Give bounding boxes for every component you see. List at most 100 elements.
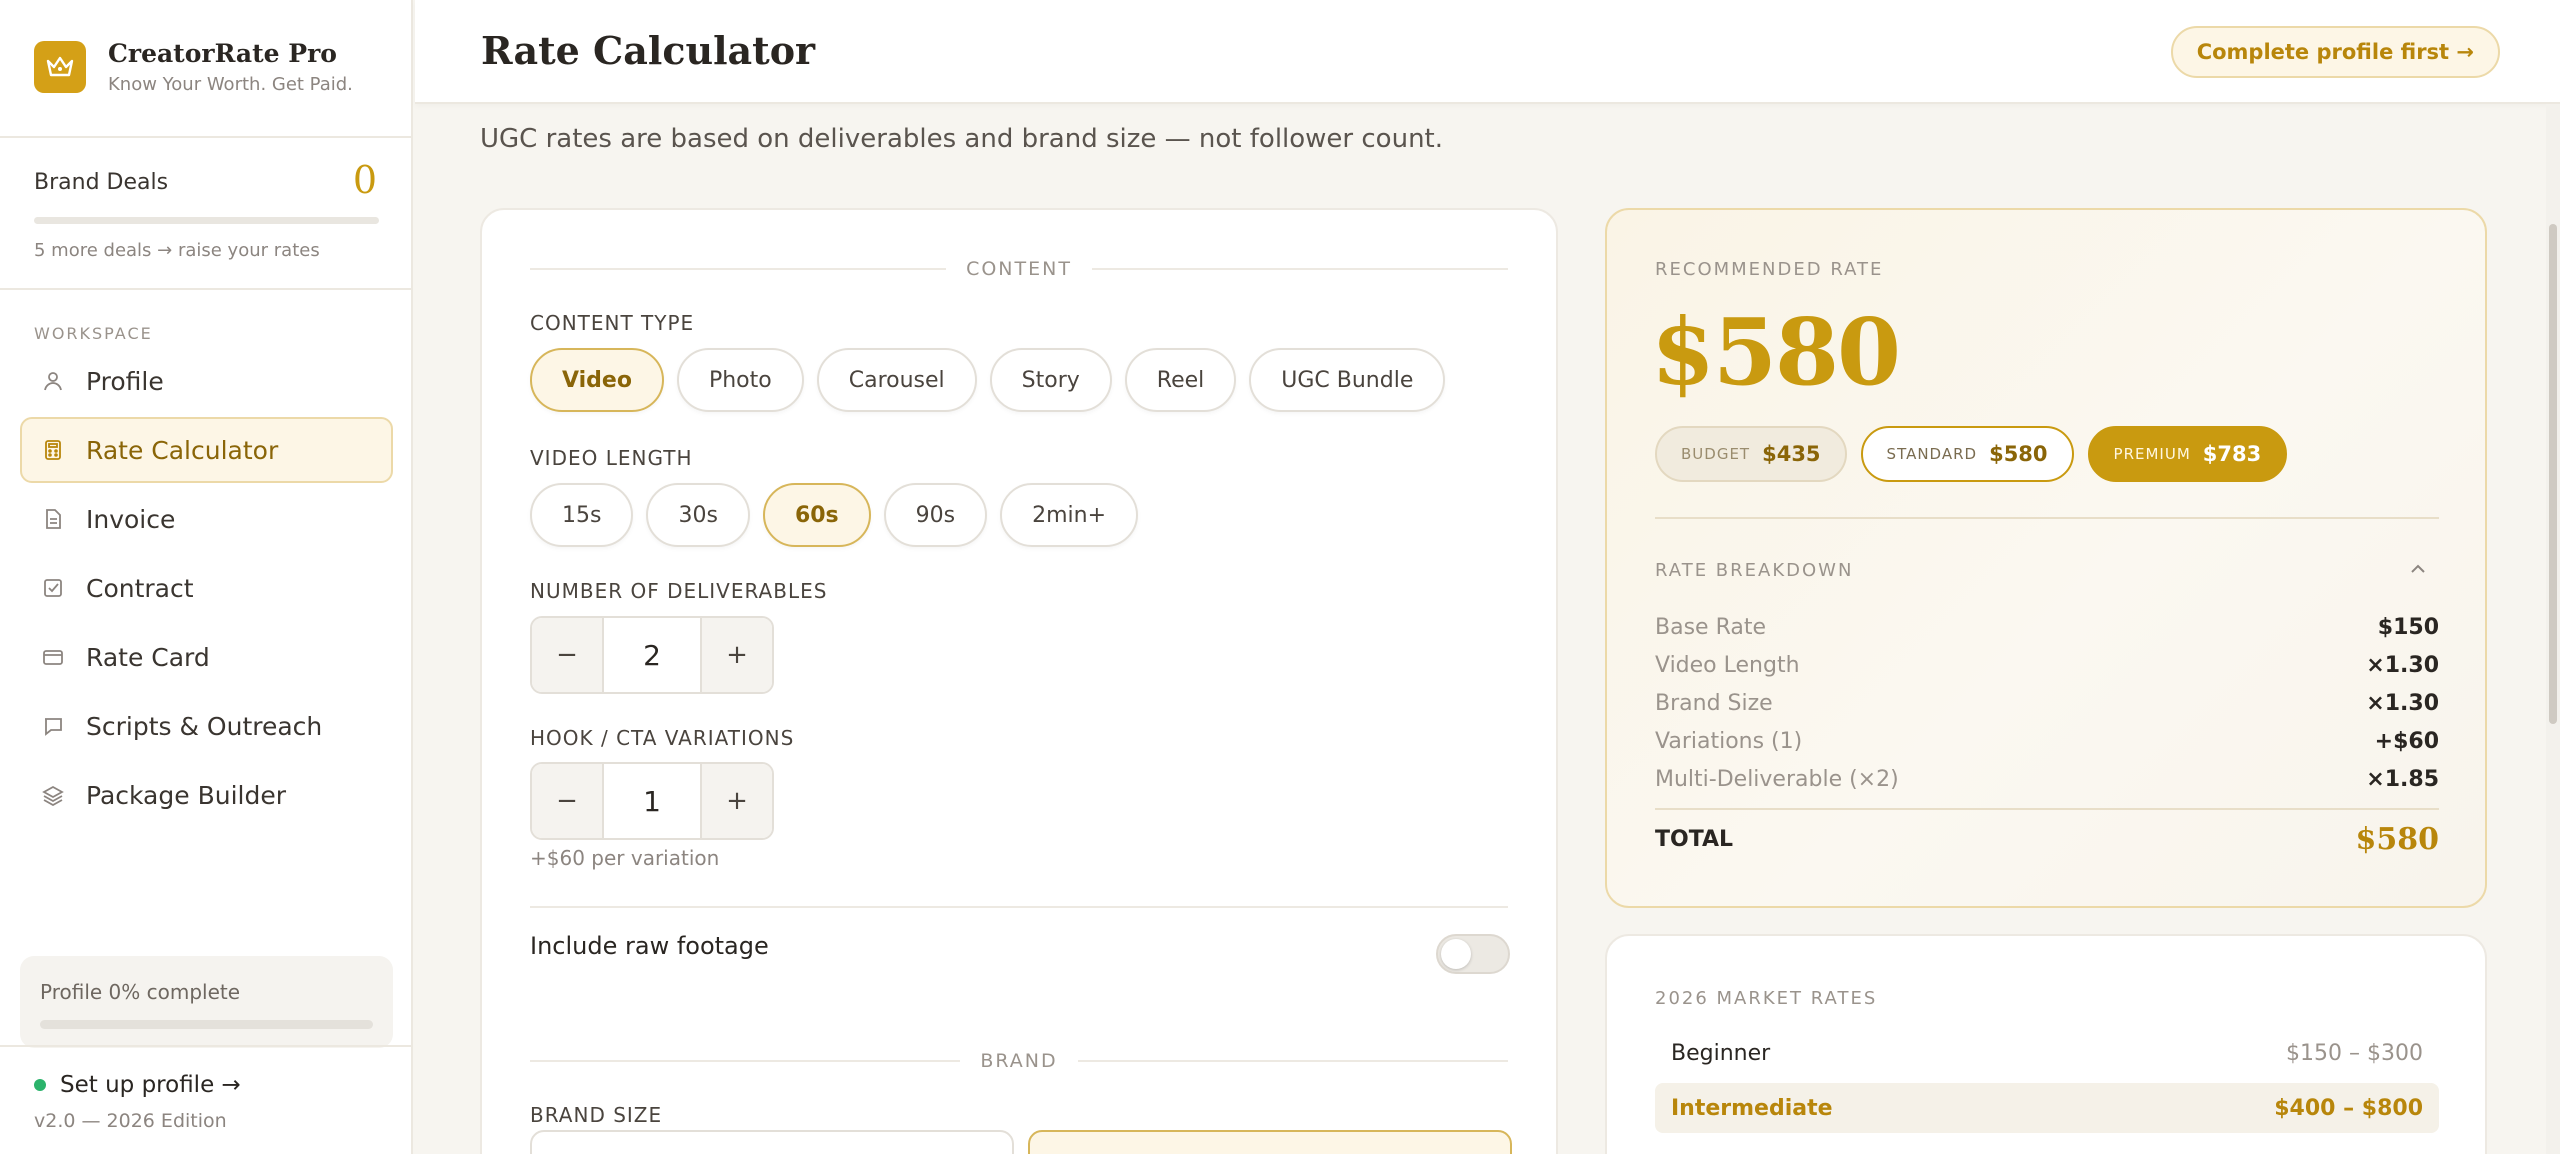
chip-carousel[interactable]: Carousel bbox=[816, 348, 977, 412]
breakdown-key: Multi-Deliverable (×2) bbox=[1655, 766, 1899, 792]
market-rates-list: Beginner $150 – $300 Intermediate $400 – $… bbox=[1655, 1028, 2439, 1138]
video-length-options: 15s 30s 60s 90s 2min+ bbox=[530, 483, 1151, 547]
breakdown-key: Brand Size bbox=[1655, 690, 1773, 716]
sidebar-item-scripts-outreach[interactable]: Scripts & Outreach bbox=[20, 693, 393, 759]
chip-video[interactable]: Video bbox=[530, 348, 664, 412]
chip-60s[interactable]: 60s bbox=[762, 483, 871, 547]
version-label: v2.0 — 2026 Edition bbox=[34, 1110, 227, 1132]
crown-icon bbox=[34, 41, 86, 93]
market-range: $400 – $800 bbox=[2274, 1095, 2423, 1121]
brand-size-option[interactable] bbox=[530, 1130, 1014, 1154]
variations-value[interactable]: 1 bbox=[602, 764, 702, 838]
chip-ugc-bundle[interactable]: UGC Bundle bbox=[1249, 348, 1446, 412]
market-level: Intermediate bbox=[1671, 1095, 1833, 1121]
recommended-rate-card: RECOMMENDED RATE $580 BUDGET $435 STANDAR… bbox=[1605, 208, 2487, 908]
sidebar-item-invoice[interactable]: Invoice bbox=[20, 486, 393, 552]
deliverables-value[interactable]: 2 bbox=[602, 618, 702, 692]
rate-breakdown-label: RATE BREAKDOWN bbox=[1655, 560, 1854, 581]
status-dot bbox=[34, 1079, 46, 1091]
complete-profile-button[interactable]: Complete profile first → bbox=[2170, 26, 2500, 78]
brand-section-header: BRAND bbox=[530, 1050, 1508, 1072]
breakdown-value: ×1.30 bbox=[2366, 690, 2439, 716]
video-length-label: VIDEO LENGTH bbox=[530, 446, 693, 470]
tier-budget[interactable]: BUDGET $435 bbox=[1655, 426, 1847, 482]
sidebar-item-rate-calculator[interactable]: Rate Calculator bbox=[20, 417, 393, 483]
chat-icon bbox=[40, 713, 66, 739]
deliverables-increment-button[interactable]: + bbox=[702, 618, 772, 692]
breakdown-row: Multi-Deliverable (×2) ×1.85 bbox=[1655, 760, 2439, 798]
profile-progress-bar bbox=[40, 1020, 373, 1029]
tier-premium[interactable]: PREMIUM $783 bbox=[2087, 426, 2288, 482]
market-range: $150 – $300 bbox=[2286, 1040, 2423, 1066]
tier-value: $783 bbox=[2202, 442, 2262, 466]
chip-30s[interactable]: 30s bbox=[646, 483, 750, 547]
market-rates-label: 2026 MARKET RATES bbox=[1655, 988, 1878, 1009]
total-label: TOTAL bbox=[1655, 827, 1734, 852]
raw-footage-toggle[interactable] bbox=[1436, 934, 1510, 974]
chip-photo[interactable]: Photo bbox=[676, 348, 804, 412]
total-value: $580 bbox=[2355, 822, 2440, 857]
user-icon bbox=[40, 368, 66, 394]
setup-profile-link[interactable]: Set up profile → bbox=[34, 1072, 241, 1098]
variations-increment-button[interactable]: + bbox=[702, 764, 772, 838]
chip-reel[interactable]: Reel bbox=[1124, 348, 1237, 412]
tier-name: BUDGET bbox=[1681, 445, 1751, 463]
chip-story[interactable]: Story bbox=[989, 348, 1112, 412]
breakdown-row: Variations (1) +$60 bbox=[1655, 722, 2439, 760]
breakdown-value: $150 bbox=[2377, 614, 2439, 640]
breakdown-row: Brand Size ×1.30 bbox=[1655, 684, 2439, 722]
top-header: Rate Calculator Complete profile first → bbox=[415, 0, 2560, 104]
profile-completion: Profile 0% complete bbox=[20, 956, 393, 1048]
breakdown-key: Variations (1) bbox=[1655, 728, 1803, 754]
sidebar-item-contract[interactable]: Contract bbox=[20, 555, 393, 621]
breakdown-value: ×1.85 bbox=[2366, 766, 2439, 792]
breakdown-row: Base Rate $150 bbox=[1655, 608, 2439, 646]
app-tagline: Know Your Worth. Get Paid. bbox=[108, 74, 353, 95]
chevron-up-icon[interactable] bbox=[2409, 560, 2427, 579]
divider bbox=[1655, 808, 2439, 810]
document-icon bbox=[40, 506, 66, 532]
deliverables-decrement-button[interactable]: − bbox=[532, 618, 602, 692]
sidebar-item-package-builder[interactable]: Package Builder bbox=[20, 762, 393, 828]
tier-value: $435 bbox=[1762, 442, 1821, 466]
content-section-title: CONTENT bbox=[966, 258, 1072, 280]
profile-completion-label: Profile 0% complete bbox=[40, 980, 241, 1004]
scrollbar-thumb[interactable] bbox=[2549, 224, 2557, 724]
breakdown-key: Video Length bbox=[1655, 652, 1800, 678]
app-name: CreatorRate Pro bbox=[108, 39, 337, 68]
breakdown-value: ×1.30 bbox=[2366, 652, 2439, 678]
chip-90s[interactable]: 90s bbox=[883, 483, 988, 547]
content-section-header: CONTENT bbox=[530, 258, 1508, 280]
breakdown-value: +$60 bbox=[2374, 728, 2439, 754]
raw-footage-label: Include raw footage bbox=[530, 932, 769, 960]
sidebar-item-label: Rate Calculator bbox=[86, 435, 279, 465]
sidebar-item-label: Rate Card bbox=[86, 642, 210, 672]
content-type-label: CONTENT TYPE bbox=[530, 311, 695, 335]
scrollbar[interactable] bbox=[2546, 104, 2560, 1154]
toggle-knob bbox=[1441, 939, 1471, 969]
page-title: Rate Calculator bbox=[481, 28, 816, 73]
sidebar-item-profile[interactable]: Profile bbox=[20, 348, 393, 414]
breakdown-row: Video Length ×1.30 bbox=[1655, 646, 2439, 684]
variations-hint: +$60 per variation bbox=[530, 846, 720, 870]
tier-name: STANDARD bbox=[1886, 445, 1978, 463]
brand[interactable]: CreatorRate Pro Know Your Worth. Get Pai… bbox=[34, 39, 353, 95]
divider bbox=[0, 136, 411, 138]
brand-size-option-selected[interactable] bbox=[1028, 1130, 1512, 1154]
total-row: TOTAL $580 bbox=[1655, 822, 2439, 857]
calculator-form-card: CONTENT CONTENT TYPE Video Photo Carouse… bbox=[480, 208, 1558, 1154]
sidebar-item-label: Invoice bbox=[86, 504, 176, 534]
sidebar-item-label: Scripts & Outreach bbox=[86, 711, 323, 741]
variations-decrement-button[interactable]: − bbox=[532, 764, 602, 838]
tier-name: PREMIUM bbox=[2113, 445, 2191, 463]
chip-15s[interactable]: 15s bbox=[530, 483, 634, 547]
workspace-label: WORKSPACE bbox=[34, 324, 153, 343]
checkbox-icon bbox=[40, 575, 66, 601]
tier-value: $580 bbox=[1989, 442, 2048, 466]
deals-progress-bar bbox=[34, 217, 379, 224]
chip-2min[interactable]: 2min+ bbox=[1000, 483, 1139, 547]
tier-standard[interactable]: STANDARD $580 bbox=[1860, 426, 2074, 482]
content-type-options: Video Photo Carousel Story Reel UGC Bund… bbox=[530, 348, 1458, 412]
brand-size-label: BRAND SIZE bbox=[530, 1103, 663, 1127]
sidebar-item-rate-card[interactable]: Rate Card bbox=[20, 624, 393, 690]
